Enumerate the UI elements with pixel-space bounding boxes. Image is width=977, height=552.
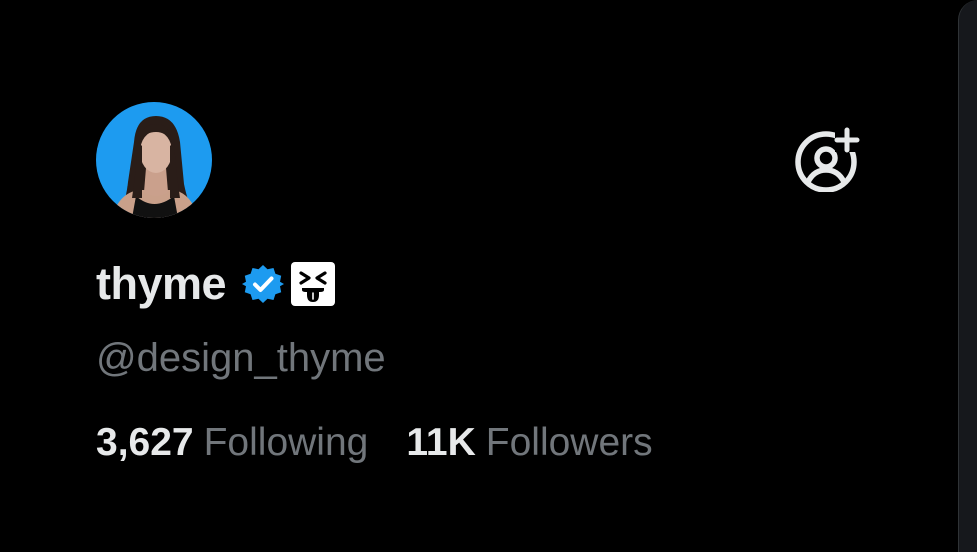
following-count: 3,627	[96, 421, 194, 464]
following-link[interactable]: 3,627 Following	[96, 418, 368, 468]
verified-badge-icon[interactable]	[242, 263, 285, 305]
followers-link[interactable]: 11K Followers	[406, 418, 652, 468]
followers-count: 11K	[406, 421, 476, 464]
avatar[interactable]	[96, 102, 212, 218]
side-panel-edge	[958, 0, 977, 552]
avatar-image	[96, 102, 212, 218]
follow-stats: 3,627 Following 11K Followers	[96, 418, 653, 468]
username-handle: @design_thyme	[96, 336, 386, 380]
add-user-icon[interactable]	[792, 126, 860, 193]
display-name: thyme	[96, 258, 227, 309]
profile-name-row: thyme	[96, 256, 336, 312]
squinting-tongue-emoji-icon[interactable]	[290, 261, 336, 307]
following-label: Following	[203, 421, 369, 464]
followers-label: Followers	[485, 421, 653, 464]
